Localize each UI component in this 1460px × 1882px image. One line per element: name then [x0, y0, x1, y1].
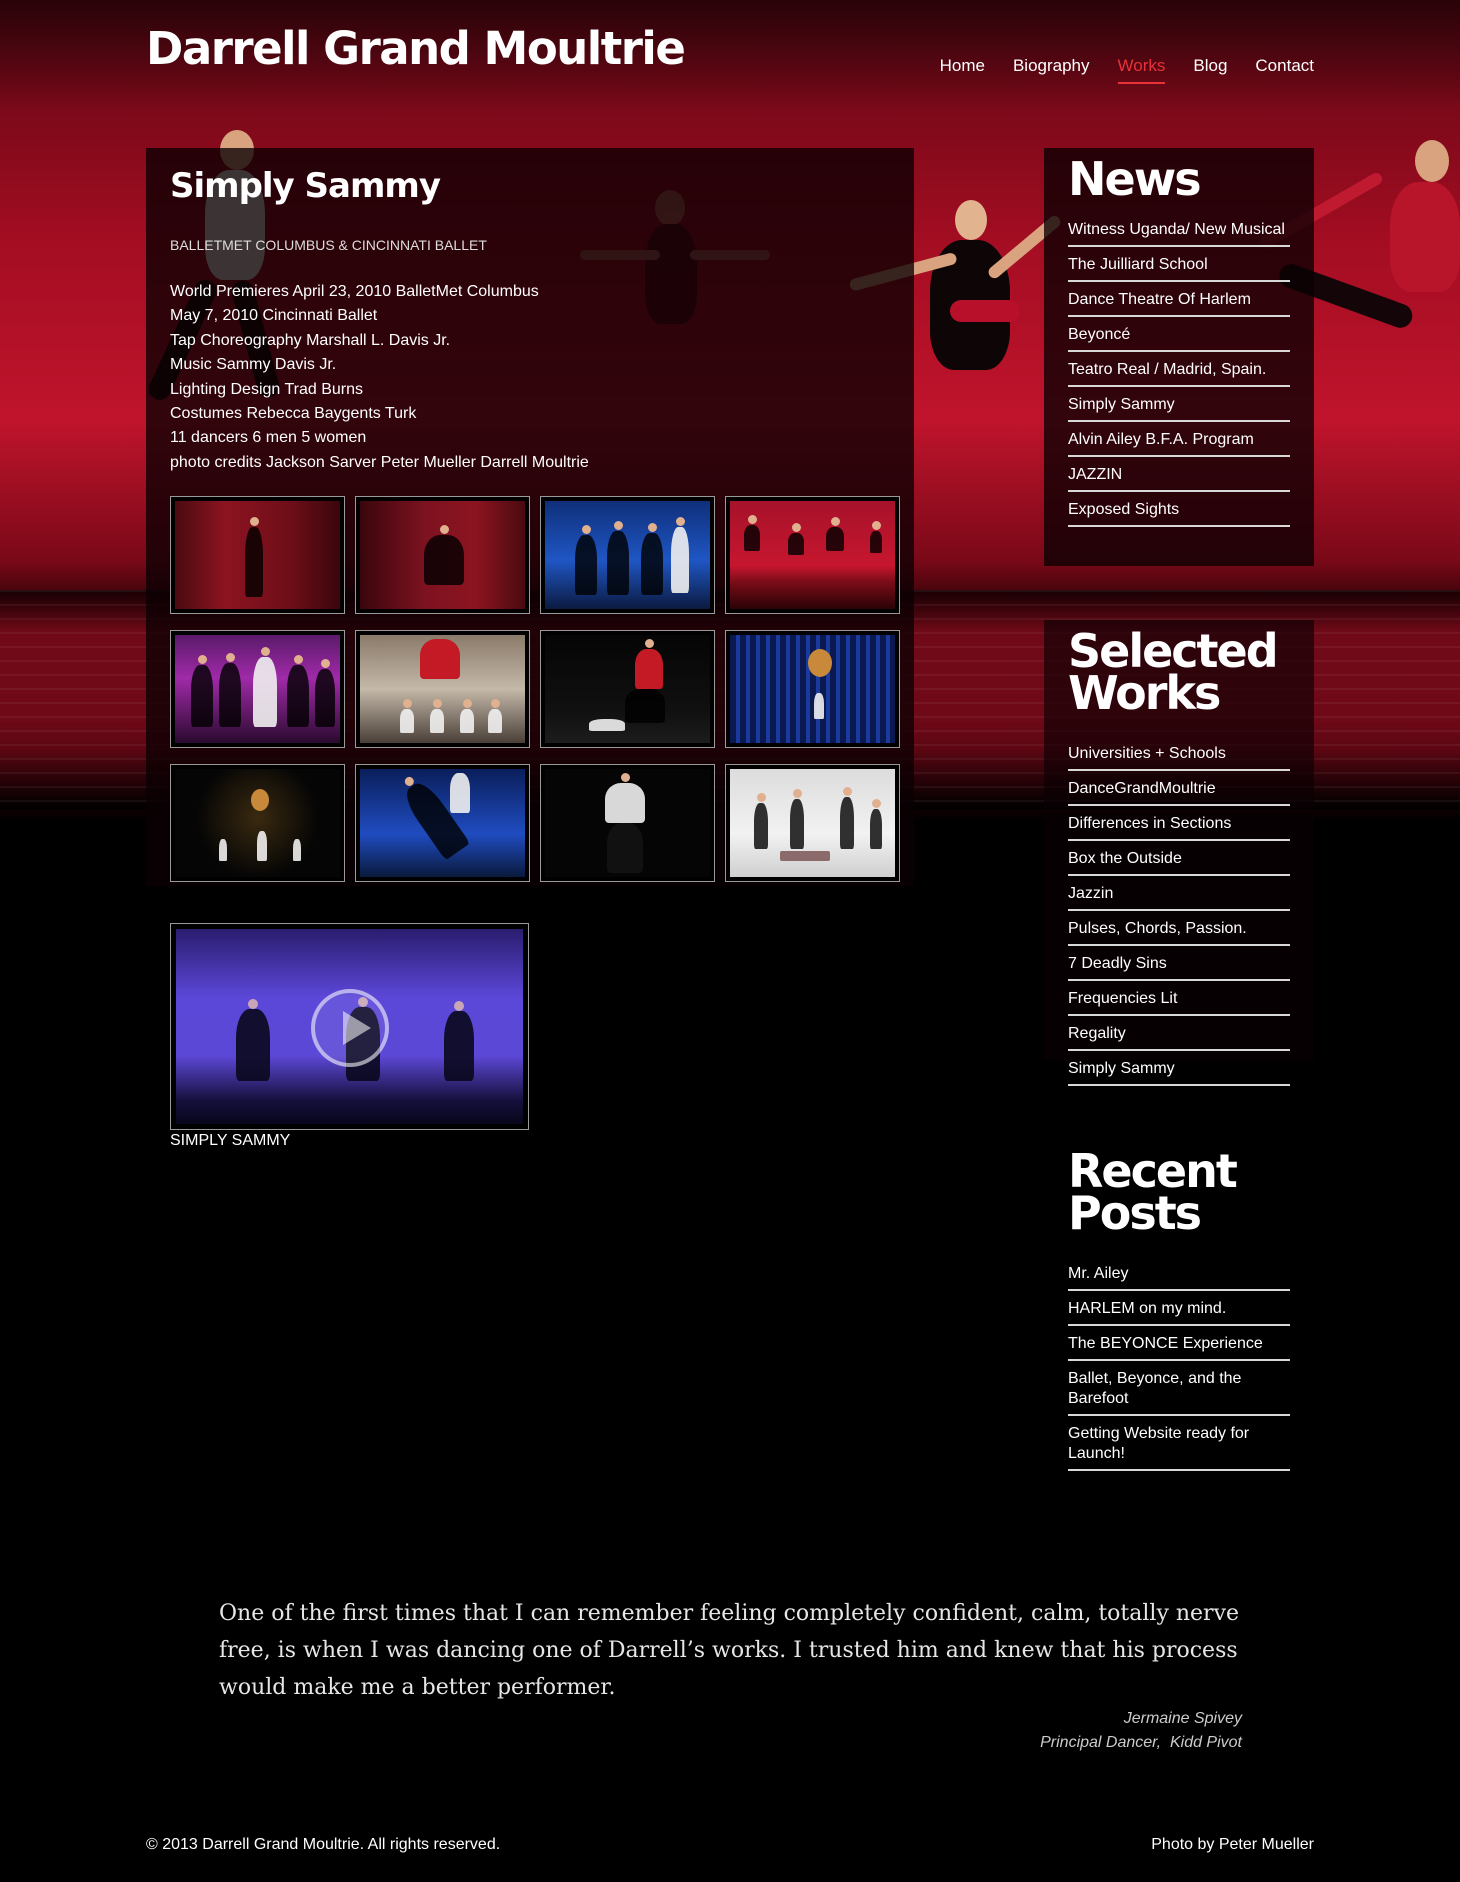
testimonial-author: Jermaine Spivey	[1123, 1710, 1242, 1727]
play-icon[interactable]	[311, 989, 389, 1067]
selected-work-link[interactable]: Pulses, Chords, Passion.	[1068, 917, 1290, 946]
selected-work-link[interactable]: Jazzin	[1068, 882, 1290, 911]
footer-photo-credit: Photo by Peter Mueller	[1151, 1836, 1314, 1853]
nav-contact[interactable]: Contact	[1255, 56, 1314, 82]
work-detail-line: Costumes Rebecca Baygents Turk	[170, 405, 417, 423]
selected-work-link[interactable]: 7 Deadly Sins	[1068, 952, 1290, 981]
recent-post-link[interactable]: The BEYONCE Experience	[1068, 1332, 1290, 1361]
selected-work-link[interactable]: DanceGrandMoultrie	[1068, 777, 1290, 806]
video-thumbnail[interactable]	[176, 929, 523, 1124]
news-link[interactable]: Witness Uganda/ New Musical	[1068, 218, 1290, 247]
selected-work-link[interactable]: Frequencies Lit	[1068, 987, 1290, 1016]
selected-works-title: Selected Works	[1068, 624, 1279, 720]
work-subtitle: BALLETMET COLUMBUS & CINCINNATI BALLET	[170, 237, 487, 253]
work-details: World Premieres April 23, 2010 BalletMet…	[170, 280, 589, 475]
gallery-thumbnail[interactable]	[725, 496, 900, 614]
selected-work-link[interactable]: Simply Sammy	[1068, 1057, 1290, 1086]
nav-blog[interactable]: Blog	[1193, 56, 1227, 82]
footer-copyright: © 2013 Darrell Grand Moultrie. All right…	[146, 1836, 501, 1853]
nav-home[interactable]: Home	[940, 56, 985, 82]
main-nav: Home Biography Works Blog Contact	[940, 56, 1314, 84]
gallery-thumbnail[interactable]	[355, 496, 530, 614]
video-player[interactable]	[170, 923, 529, 1130]
news-link[interactable]: Alvin Ailey B.F.A. Program	[1068, 428, 1290, 457]
news-widget: News Witness Uganda/ New Musical The Jui…	[1044, 148, 1314, 566]
recent-post-link[interactable]: Getting Website ready for Launch!	[1068, 1422, 1290, 1471]
gallery-thumbnail[interactable]	[540, 630, 715, 748]
selected-work-link[interactable]: Universities + Schools	[1068, 742, 1290, 771]
work-title: Simply Sammy	[170, 166, 441, 206]
site-title[interactable]: Darrell Grand Moultrie	[146, 22, 686, 75]
testimonial-attribution: Jermaine Spivey Principal Dancer, Kidd P…	[1040, 1707, 1242, 1755]
gallery-thumbnail[interactable]	[170, 630, 345, 748]
work-detail-line: Music Sammy Davis Jr.	[170, 356, 337, 374]
selected-works-widget: Selected Works Universities + Schools Da…	[1044, 620, 1314, 1086]
nav-works[interactable]: Works	[1117, 56, 1165, 84]
work-detail-line: photo credits Jackson Sarver Peter Muell…	[170, 453, 589, 471]
video-caption: SIMPLY SAMMY	[170, 1132, 291, 1149]
photo-gallery	[170, 496, 900, 882]
gallery-thumbnail[interactable]	[170, 764, 345, 882]
work-detail-line: 11 dancers 6 men 5 women	[170, 429, 367, 447]
news-link[interactable]: Teatro Real / Madrid, Spain.	[1068, 358, 1290, 387]
work-detail-line: Tap Choreography Marshall L. Davis Jr.	[170, 331, 451, 349]
selected-works-list: Universities + Schools DanceGrandMoultri…	[1068, 742, 1290, 1086]
news-title: News	[1068, 152, 1202, 206]
testimonial-quote: One of the first times that I can rememb…	[219, 1601, 1240, 1700]
gallery-thumbnail[interactable]	[355, 630, 530, 748]
recent-post-link[interactable]: Ballet, Beyonce, and the Barefoot	[1068, 1367, 1290, 1416]
gallery-thumbnail[interactable]	[540, 764, 715, 882]
news-link[interactable]: Dance Theatre Of Harlem	[1068, 288, 1290, 317]
work-detail-line: Lighting Design Trad Burns	[170, 380, 363, 398]
news-link[interactable]: JAZZIN	[1068, 463, 1290, 492]
gallery-thumbnail[interactable]	[725, 630, 900, 748]
news-link[interactable]: The Juilliard School	[1068, 253, 1290, 282]
news-link[interactable]: Simply Sammy	[1068, 393, 1290, 422]
recent-posts-title: Recent Posts	[1068, 1144, 1238, 1240]
gallery-thumbnail[interactable]	[725, 764, 900, 882]
recent-post-link[interactable]: HARLEM on my mind.	[1068, 1297, 1290, 1326]
testimonial-role: Principal Dancer, Kidd Pivot	[1040, 1734, 1242, 1751]
selected-work-link[interactable]: Regality	[1068, 1022, 1290, 1051]
selected-work-link[interactable]: Box the Outside	[1068, 847, 1290, 876]
gallery-thumbnail[interactable]	[540, 496, 715, 614]
gallery-thumbnail[interactable]	[170, 496, 345, 614]
recent-post-link[interactable]: Mr. Ailey	[1068, 1262, 1290, 1291]
nav-biography[interactable]: Biography	[1013, 56, 1090, 82]
recent-posts-widget: Recent Posts Mr. Ailey HARLEM on my mind…	[1044, 1140, 1314, 1471]
news-link[interactable]: Beyoncé	[1068, 323, 1290, 352]
selected-work-link[interactable]: Differences in Sections	[1068, 812, 1290, 841]
work-detail-line: May 7, 2010 Cincinnati Ballet	[170, 307, 378, 325]
gallery-thumbnail[interactable]	[355, 764, 530, 882]
news-list: Witness Uganda/ New Musical The Juilliar…	[1068, 218, 1290, 527]
news-link[interactable]: Exposed Sights	[1068, 498, 1290, 527]
recent-posts-list: Mr. Ailey HARLEM on my mind. The BEYONCE…	[1068, 1262, 1290, 1471]
work-detail-line: World Premieres April 23, 2010 BalletMet…	[170, 283, 539, 300]
